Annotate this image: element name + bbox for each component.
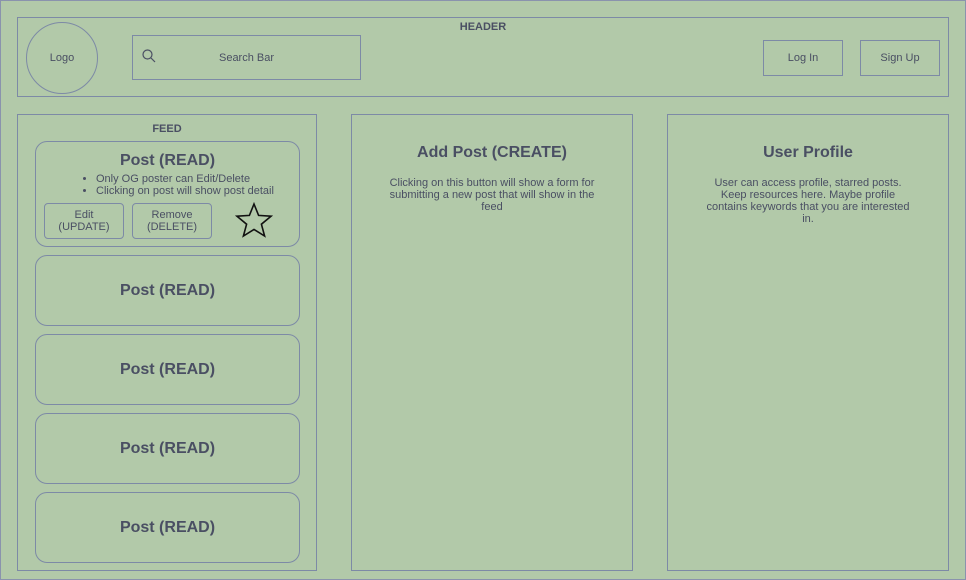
remove-button[interactable]: Remove (DELETE) xyxy=(132,203,212,239)
signup-button[interactable]: Sign Up xyxy=(860,40,940,76)
edit-label: Edit xyxy=(74,209,94,221)
post-card[interactable]: Post (READ) xyxy=(35,334,300,405)
post-card[interactable]: Post (READ) xyxy=(35,255,300,326)
edit-button[interactable]: Edit (UPDATE) xyxy=(44,203,124,239)
search-icon xyxy=(142,49,156,63)
post-note: Only OG poster can Edit/Delete xyxy=(96,173,299,185)
post-card[interactable]: Post (READ) xyxy=(35,492,300,563)
post-note: Clicking on post will show post detail xyxy=(96,185,299,197)
remove-sublabel: (DELETE) xyxy=(146,221,198,233)
remove-label: Remove xyxy=(151,209,193,221)
post-title: Post (READ) xyxy=(119,439,216,457)
add-post-description: Clicking on this button will show a form… xyxy=(389,177,595,213)
feed-panel: FEED Post (READ) Only OG poster can Edit… xyxy=(17,114,317,571)
feed-title: FEED xyxy=(152,123,182,135)
post-notes: Only OG poster can Edit/Delete Clicking … xyxy=(36,173,299,197)
logo-label: Logo xyxy=(49,52,75,64)
edit-sublabel: (UPDATE) xyxy=(58,221,110,233)
login-button[interactable]: Log In xyxy=(763,40,843,76)
add-post-title: Add Post (CREATE) xyxy=(417,144,567,161)
logo[interactable]: Logo xyxy=(26,22,98,94)
header-title: HEADER xyxy=(459,21,507,33)
post-title: Post (READ) xyxy=(119,281,216,299)
post-card-detail[interactable]: Post (READ) Only OG poster can Edit/Dele… xyxy=(35,141,300,247)
header: HEADER Logo Search Bar Log In Sign Up xyxy=(17,17,949,97)
user-profile-title: User Profile xyxy=(763,144,853,161)
post-title: Post (READ) xyxy=(119,360,216,378)
star-icon[interactable] xyxy=(235,202,273,238)
search-bar[interactable]: Search Bar xyxy=(132,35,361,80)
add-post-panel[interactable]: Add Post (CREATE) Clicking on this butto… xyxy=(351,114,633,571)
post-title: Post (READ) xyxy=(119,518,216,536)
user-profile-panel[interactable]: User Profile User can access profile, st… xyxy=(667,114,949,571)
search-bar-label: Search Bar xyxy=(218,51,275,64)
post-card[interactable]: Post (READ) xyxy=(35,413,300,484)
post-title: Post (READ) xyxy=(119,152,216,169)
user-profile-description: User can access profile, starred posts. … xyxy=(706,177,910,225)
